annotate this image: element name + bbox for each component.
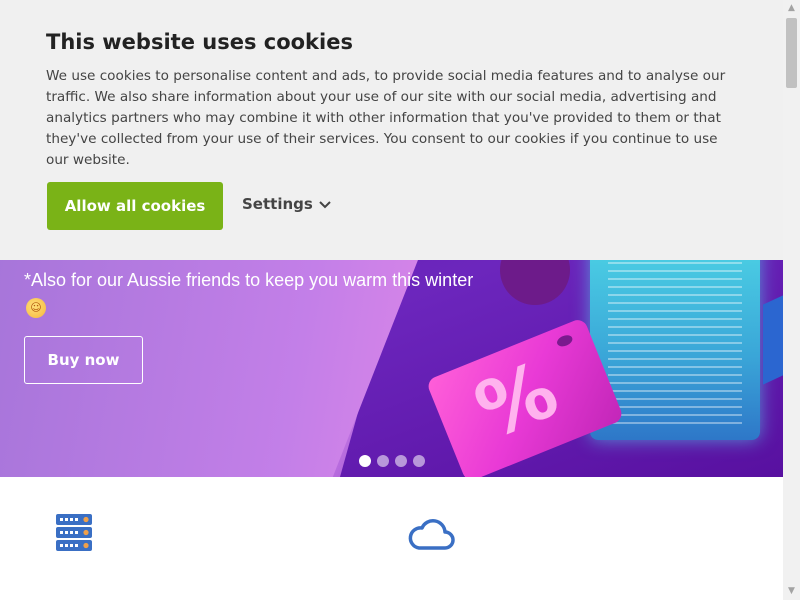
server-vents <box>608 254 742 424</box>
server-side-illustration <box>763 295 783 385</box>
cookie-settings-label: Settings <box>242 195 313 213</box>
slider-dot-3[interactable] <box>395 455 407 467</box>
cookie-banner-title: This website uses cookies <box>46 30 353 54</box>
tag-hole <box>555 333 575 349</box>
slider-dot-4[interactable] <box>413 455 425 467</box>
hero-subtitle: *Also for our Aussie friends to keep you… <box>24 270 474 290</box>
cookie-banner-text: We use cookies to personalise content an… <box>46 68 726 168</box>
percent-symbol: % <box>463 344 570 458</box>
slider-dot-1[interactable] <box>359 455 371 467</box>
scrollbar-thumb[interactable] <box>786 18 797 88</box>
allow-all-cookies-button[interactable]: Allow all cookies <box>47 182 223 230</box>
slider-dots <box>359 455 425 467</box>
cookie-settings-button[interactable]: Settings <box>242 192 331 216</box>
scroll-up-arrow-icon[interactable]: ▲ <box>783 0 800 17</box>
vertical-scrollbar[interactable]: ▲ ▼ <box>783 0 800 600</box>
server-stack-icon <box>55 513 93 557</box>
chevron-down-icon <box>319 201 331 209</box>
buy-now-button[interactable]: Buy now <box>24 336 143 384</box>
cookie-banner: This website uses cookies We use cookies… <box>0 0 800 260</box>
scroll-down-arrow-icon[interactable]: ▼ <box>783 583 800 600</box>
slider-dot-2[interactable] <box>377 455 389 467</box>
smiley-emoji-icon: ☺ <box>26 298 46 318</box>
cloud-icon <box>407 514 455 556</box>
